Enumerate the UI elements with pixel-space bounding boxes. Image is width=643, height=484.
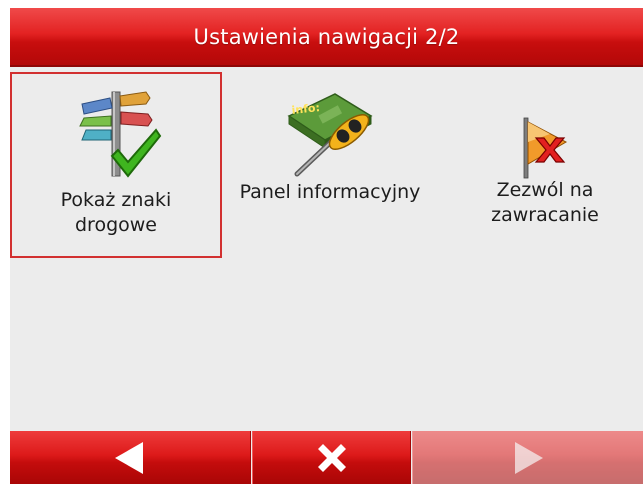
next-button[interactable]	[412, 431, 643, 484]
info-panel-screwdriver-icon: info:	[287, 93, 373, 177]
tile-allow-u-turn[interactable]: Zezwól na zawracanie	[450, 72, 640, 258]
tile-label: Pokaż znaki drogowe	[60, 189, 172, 236]
road-signs-check-icon	[79, 91, 162, 178]
bottom-toolbar	[10, 431, 643, 484]
tile-label: Zezwól na zawracanie	[491, 179, 599, 226]
tile-info-panel[interactable]: info: Panel informacyjny	[226, 72, 434, 258]
page-title: Ustawienia nawigacji 2/2	[193, 24, 460, 49]
title-bar: Ustawienia nawigacji 2/2	[10, 8, 643, 67]
u-turn-forbidden-icon	[523, 117, 568, 179]
back-button[interactable]	[10, 431, 251, 484]
close-x-icon	[317, 443, 346, 472]
navigation-settings-screen: Ustawienia nawigacji 2/2 Pokaż znaki dro…	[10, 8, 643, 484]
tile-show-road-signs[interactable]: Pokaż znaki drogowe	[10, 72, 222, 258]
close-button[interactable]	[252, 431, 411, 484]
tile-label: Panel informacyjny	[239, 181, 421, 203]
arrow-left-icon	[115, 441, 143, 474]
settings-grid: Pokaż znaki drogowe info: Panel informac…	[10, 70, 643, 260]
arrow-right-icon	[515, 441, 543, 474]
